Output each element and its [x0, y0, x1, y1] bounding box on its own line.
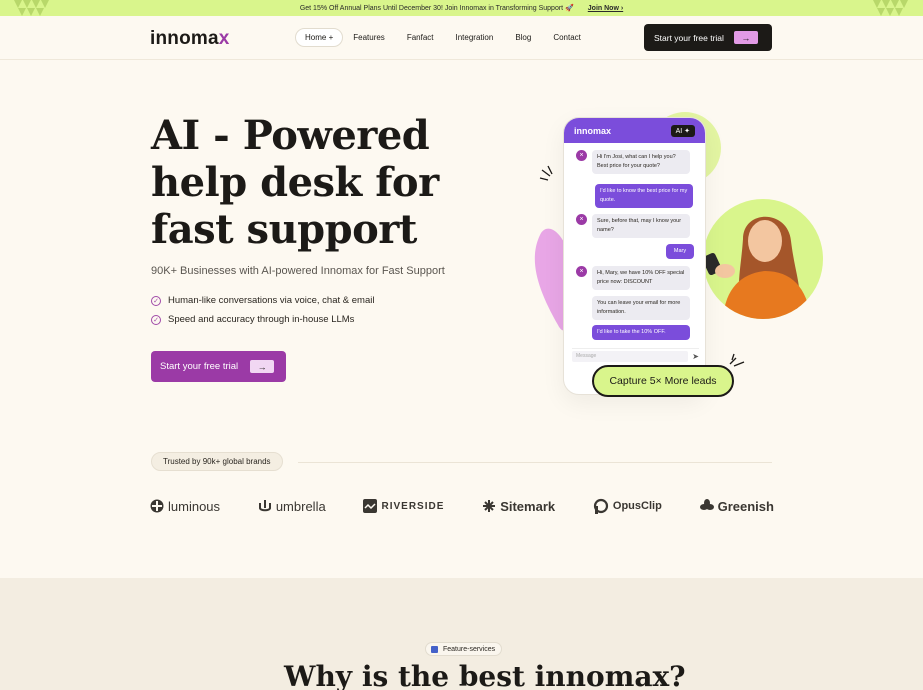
brand-opusclip: OpusClip — [593, 498, 662, 514]
arrow-right-icon: → — [250, 360, 275, 373]
chat-message-bot: Sure, before that, may I know your name? — [592, 214, 690, 238]
decorative-triangles-right — [873, 0, 908, 16]
capture-leads-badge: Capture 5× More leads — [592, 365, 734, 397]
logo-accent: x — [218, 28, 230, 49]
start-trial-button-nav[interactable]: Start your free trial → — [644, 24, 772, 51]
feature-item-1: ✓ Human-like conversations via voice, ch… — [151, 295, 374, 306]
person-illustration — [703, 216, 811, 319]
section-heading: Why is the best innomax? — [284, 660, 686, 690]
logo-text: innoma — [150, 28, 219, 49]
feature-services-badge: Feature-services — [425, 642, 503, 656]
luminous-logo-icon — [150, 499, 164, 513]
brand-name: OpusClip — [612, 500, 662, 512]
chat-message-bot: You can leave your email for more inform… — [592, 296, 690, 320]
trusted-badge: Trusted by 90k+ global brands — [151, 452, 283, 471]
arrow-right-icon: → — [733, 31, 758, 44]
brand-name: Greenish — [717, 498, 774, 514]
nav-item-fanfact[interactable]: Fanfact — [407, 33, 434, 42]
hero-title-line-2: help desk for — [151, 159, 439, 206]
sitemark-logo-icon — [482, 499, 496, 513]
chat-brand: innomax — [574, 125, 612, 136]
divider — [298, 462, 772, 463]
chat-message-user: I'd like to take the 10% OFF. — [592, 325, 690, 340]
brand-name: luminous — [168, 498, 221, 514]
chat-message-user: I'd like to know the best price for my q… — [595, 184, 693, 208]
brand-greenish: Greenish — [699, 498, 774, 514]
feature-item-2: ✓ Speed and accuracy through in-house LL… — [151, 314, 354, 325]
chat-header: innomax AI ✦ — [564, 118, 705, 143]
check-circle-icon: ✓ — [151, 314, 161, 325]
person-photo — [703, 199, 823, 319]
message-input[interactable]: Message — [572, 350, 689, 362]
chat-message-user: Mary — [666, 244, 694, 259]
send-icon[interactable]: ➤ — [692, 352, 699, 361]
greenish-logo-icon — [699, 499, 714, 513]
opusclip-logo-icon — [593, 498, 609, 514]
chat-widget-phone: innomax AI ✦ × Hi I'm Josi, what can I h… — [563, 117, 706, 395]
nav-item-features[interactable]: Features — [353, 33, 385, 42]
main-nav: innomax Home + Features Fanfact Integrat… — [0, 16, 923, 60]
start-trial-label: Start your free trial — [160, 361, 239, 372]
nav-item-blog[interactable]: Blog — [515, 33, 531, 42]
hero-title-line-3: fast support — [151, 206, 417, 253]
sparkle-left-icon — [539, 165, 553, 181]
nav-item-home[interactable]: Home + — [295, 28, 344, 47]
chat-composer: Message ➤ — [572, 348, 699, 363]
nav-item-integration[interactable]: Integration — [456, 33, 494, 42]
badge-label: Feature-services — [443, 645, 496, 653]
brand-logos: luminous umbrella RIVERSIDE Sitemark Opu… — [150, 498, 774, 514]
riverside-logo-icon — [363, 499, 378, 513]
feature-text-2: Speed and accuracy through in-house LLMs — [168, 314, 355, 325]
hero-title-line-1: AI - Powered — [151, 112, 430, 159]
umbrella-logo-icon — [258, 499, 272, 513]
start-trial-label: Start your free trial — [654, 32, 724, 43]
announcement-text: Get 15% Off Annual Plans Until December … — [299, 5, 574, 12]
decorative-triangles-left — [14, 0, 49, 16]
chat-message-bot: Hi, Mary, we have 10% OFF special price … — [592, 266, 690, 290]
logo[interactable]: innomax — [150, 28, 230, 50]
brand-name: umbrella — [275, 498, 326, 514]
check-circle-icon: ✓ — [151, 295, 161, 306]
feature-text-1: Human-like conversations via voice, chat… — [168, 295, 375, 306]
brand-sitemark: Sitemark — [482, 499, 555, 514]
nav-item-contact[interactable]: Contact — [553, 33, 581, 42]
bot-avatar-icon: × — [576, 150, 587, 161]
bot-avatar-icon: × — [576, 214, 587, 225]
hero-title: AI - Powered help desk for fast support — [151, 112, 491, 253]
nav-menu: Home + Features Fanfact Integration Blog… — [295, 28, 603, 47]
join-now-link[interactable]: Join Now › — [588, 5, 623, 12]
brand-name: Sitemark — [500, 498, 556, 514]
brand-name: RIVERSIDE — [381, 500, 445, 512]
brand-riverside: RIVERSIDE — [363, 499, 444, 513]
layers-icon — [431, 645, 438, 653]
chat-message-bot: Hi I'm Josi, what can I help you? Best p… — [592, 150, 690, 174]
sparkle-right-icon — [729, 353, 745, 367]
brand-umbrella: umbrella — [258, 499, 326, 514]
brand-luminous: luminous — [150, 499, 220, 514]
bot-avatar-icon: × — [576, 266, 587, 277]
announcement-bar: Get 15% Off Annual Plans Until December … — [0, 0, 923, 16]
ai-badge[interactable]: AI ✦ — [670, 124, 695, 137]
hero-subtitle: 90K+ Businesses with AI-powered Innomax … — [151, 265, 445, 277]
start-trial-button-hero[interactable]: Start your free trial → — [151, 351, 286, 382]
